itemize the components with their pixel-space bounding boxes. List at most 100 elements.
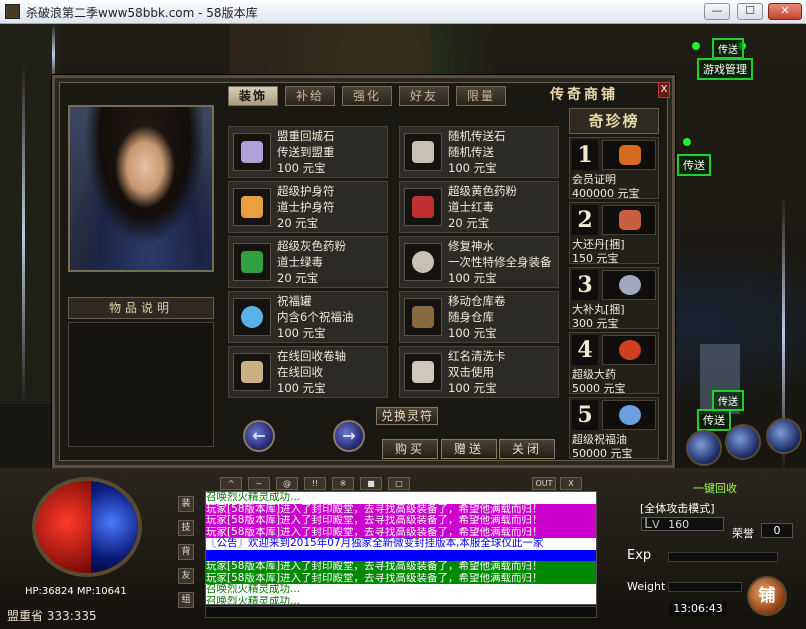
npc-label[interactable]: 游戏管理 (697, 58, 753, 80)
item-price: 100 元宝 (448, 161, 497, 175)
chat-close-icon[interactable]: X (560, 477, 582, 490)
level-label: Lv (644, 516, 661, 532)
tab-supply[interactable]: 补给 (285, 86, 335, 106)
item-desc: 内含6个祝福油 (277, 310, 354, 324)
rare-icon-box (602, 400, 656, 430)
rare-item[interactable]: 5 超级祝福油 50000 元宝 (569, 397, 659, 460)
crystal-icon[interactable] (725, 424, 761, 460)
item-desc: 在线回收 (277, 365, 323, 379)
item-name: 随机传送石 (448, 129, 506, 143)
rare-item[interactable]: 1 会员证明 400000 元宝 (569, 137, 659, 200)
close-button[interactable]: 关闭 (499, 439, 555, 459)
item-name: 盟重回城石 (277, 129, 335, 143)
poison-powder-icon (241, 251, 263, 273)
rare-item[interactable]: 4 超级大药 5000 元宝 (569, 332, 659, 395)
item-desc: 随身仓库 (448, 310, 494, 324)
chat-log[interactable]: 召唤烈火精灵成功... 玩家[58版本库]进入了封印殿堂，去寻找高级装备了，希望… (205, 491, 597, 605)
npc-label[interactable]: 传送 (677, 154, 711, 176)
rank-number: 1 (572, 140, 598, 170)
attack-mode[interactable]: [全体攻击模式] (640, 500, 715, 516)
tab-limited[interactable]: 限量 (456, 86, 506, 106)
chat-at-icon[interactable]: @ (276, 477, 298, 490)
gift-button[interactable]: 赠送 (441, 439, 497, 459)
chat-window-icon[interactable]: □ (388, 477, 410, 490)
storage-box-icon (412, 306, 434, 328)
item-price: 100 元宝 (277, 161, 326, 175)
shop-item[interactable]: 在线回收卷轴 在线回收 100 元宝 (228, 346, 388, 398)
shop-window: 物品说明 装饰 补给 强化 好友 限量 传奇商铺 X 盟重回城石 传送到盟重 1… (52, 75, 675, 468)
exchange-talisman-button[interactable]: 兑换灵符 (376, 407, 438, 425)
npc-label[interactable]: 传送 (712, 38, 744, 59)
app-icon (5, 4, 20, 19)
hp-mp-orb (32, 477, 142, 577)
shop-item[interactable]: 祝福罐 内含6个祝福油 100 元宝 (228, 291, 388, 343)
skills-icon[interactable]: 技 (178, 520, 194, 536)
npc-label[interactable]: 传送 (712, 390, 744, 411)
shop-item[interactable]: 修复神水 一次性特修全身装备 100 元宝 (399, 236, 559, 288)
item-name: 祝福罐 (277, 294, 312, 308)
chat-input[interactable] (205, 606, 597, 618)
item-desc: 随机传送 (448, 145, 494, 159)
shop-item[interactable]: 红名清洗卡 双击使用 100 元宝 (399, 346, 559, 398)
bag-icon[interactable]: 背 (178, 544, 194, 560)
minimize-button[interactable]: — (704, 3, 730, 20)
item-icon-box (404, 188, 442, 226)
shop-item[interactable]: 盟重回城石 传送到盟重 100 元宝 (228, 126, 388, 178)
chat-up-icon[interactable]: ^ (220, 477, 242, 490)
item-desc: 道士红毒 (448, 200, 494, 214)
shop-item[interactable]: 移动仓库卷 随身仓库 100 元宝 (399, 291, 559, 343)
return-stone-icon (241, 141, 263, 163)
equipment-icon[interactable]: 装 (178, 496, 194, 512)
npc-marker (683, 138, 691, 146)
item-icon-box (404, 298, 442, 336)
weight-label: Weight (627, 580, 666, 593)
item-description-label: 物品说明 (68, 297, 214, 319)
friends-icon[interactable]: 友 (178, 568, 194, 584)
group-icon[interactable]: 组 (178, 592, 194, 608)
item-name: 超级护身符 (277, 184, 335, 198)
chat-emote-icon[interactable]: ~ (248, 477, 270, 490)
item-icon-box (404, 353, 442, 391)
shop-item[interactable]: 随机传送石 随机传送 100 元宝 (399, 126, 559, 178)
rare-item[interactable]: 2 大还丹[捆] 150 元宝 (569, 202, 659, 265)
chat-line: 玩家[58版本库]进入了封印殿堂，去寻找高级装备了，希望他满载而归！ (206, 561, 596, 573)
rare-icon-box (602, 270, 656, 300)
game-clock: 13:06:43 (669, 602, 727, 616)
chat-out-button[interactable]: OUT (532, 477, 556, 490)
shop-item[interactable]: 超级护身符 道士护身符 20 元宝 (228, 181, 388, 233)
tab-decoration[interactable]: 装饰 (228, 86, 278, 106)
item-name: 修复神水 (448, 239, 494, 253)
rare-price: 400000 元宝 (572, 187, 640, 200)
chat-shout-icon[interactable]: !! (304, 477, 326, 490)
cube-icon[interactable] (686, 430, 722, 466)
honor-value: 0 (761, 523, 793, 538)
tab-friends[interactable]: 好友 (399, 86, 449, 106)
item-grid: 盟重回城石 传送到盟重 100 元宝 超级护身符 道士护身符 20 元宝 超级灰… (228, 126, 564, 406)
npc-label[interactable]: 传送 (697, 409, 731, 431)
item-price: 100 元宝 (448, 381, 497, 395)
chat-line: 玩家[58版本库]进入了封印殿堂，去寻找高级装备了，希望他满载而归！ (206, 526, 596, 538)
item-desc: 一次性特修全身装备 (448, 255, 552, 269)
honor-label: 荣誉 (732, 527, 754, 540)
one-click-recycle[interactable]: 一键回收 (693, 480, 737, 496)
rare-icon-box (602, 205, 656, 235)
close-window-button[interactable]: ✕ (768, 3, 802, 20)
card-icon (412, 361, 434, 383)
tab-enhance[interactable]: 强化 (342, 86, 392, 106)
next-page-icon[interactable]: → (333, 420, 365, 452)
rare-icon-box (602, 335, 656, 365)
shop-button[interactable]: 铺 (747, 576, 787, 616)
maximize-button[interactable]: ☐ (737, 3, 763, 20)
npc-marker (692, 42, 700, 50)
chat-filter-icon[interactable]: ※ (332, 477, 354, 490)
buy-button[interactable]: 购买 (382, 439, 438, 459)
rare-item[interactable]: 3 大补丸[捆] 300 元宝 (569, 267, 659, 330)
item-description-area (68, 322, 214, 447)
wing-icon[interactable] (766, 418, 802, 454)
prev-page-icon[interactable]: ← (243, 420, 275, 452)
close-icon[interactable]: X (658, 82, 670, 98)
chat-mode-icon[interactable]: ■ (360, 477, 382, 490)
shop-item[interactable]: 超级黄色药粉 道士红毒 20 元宝 (399, 181, 559, 233)
shop-item[interactable]: 超级灰色药粉 道士绿毒 20 元宝 (228, 236, 388, 288)
weight-bar (668, 582, 742, 592)
